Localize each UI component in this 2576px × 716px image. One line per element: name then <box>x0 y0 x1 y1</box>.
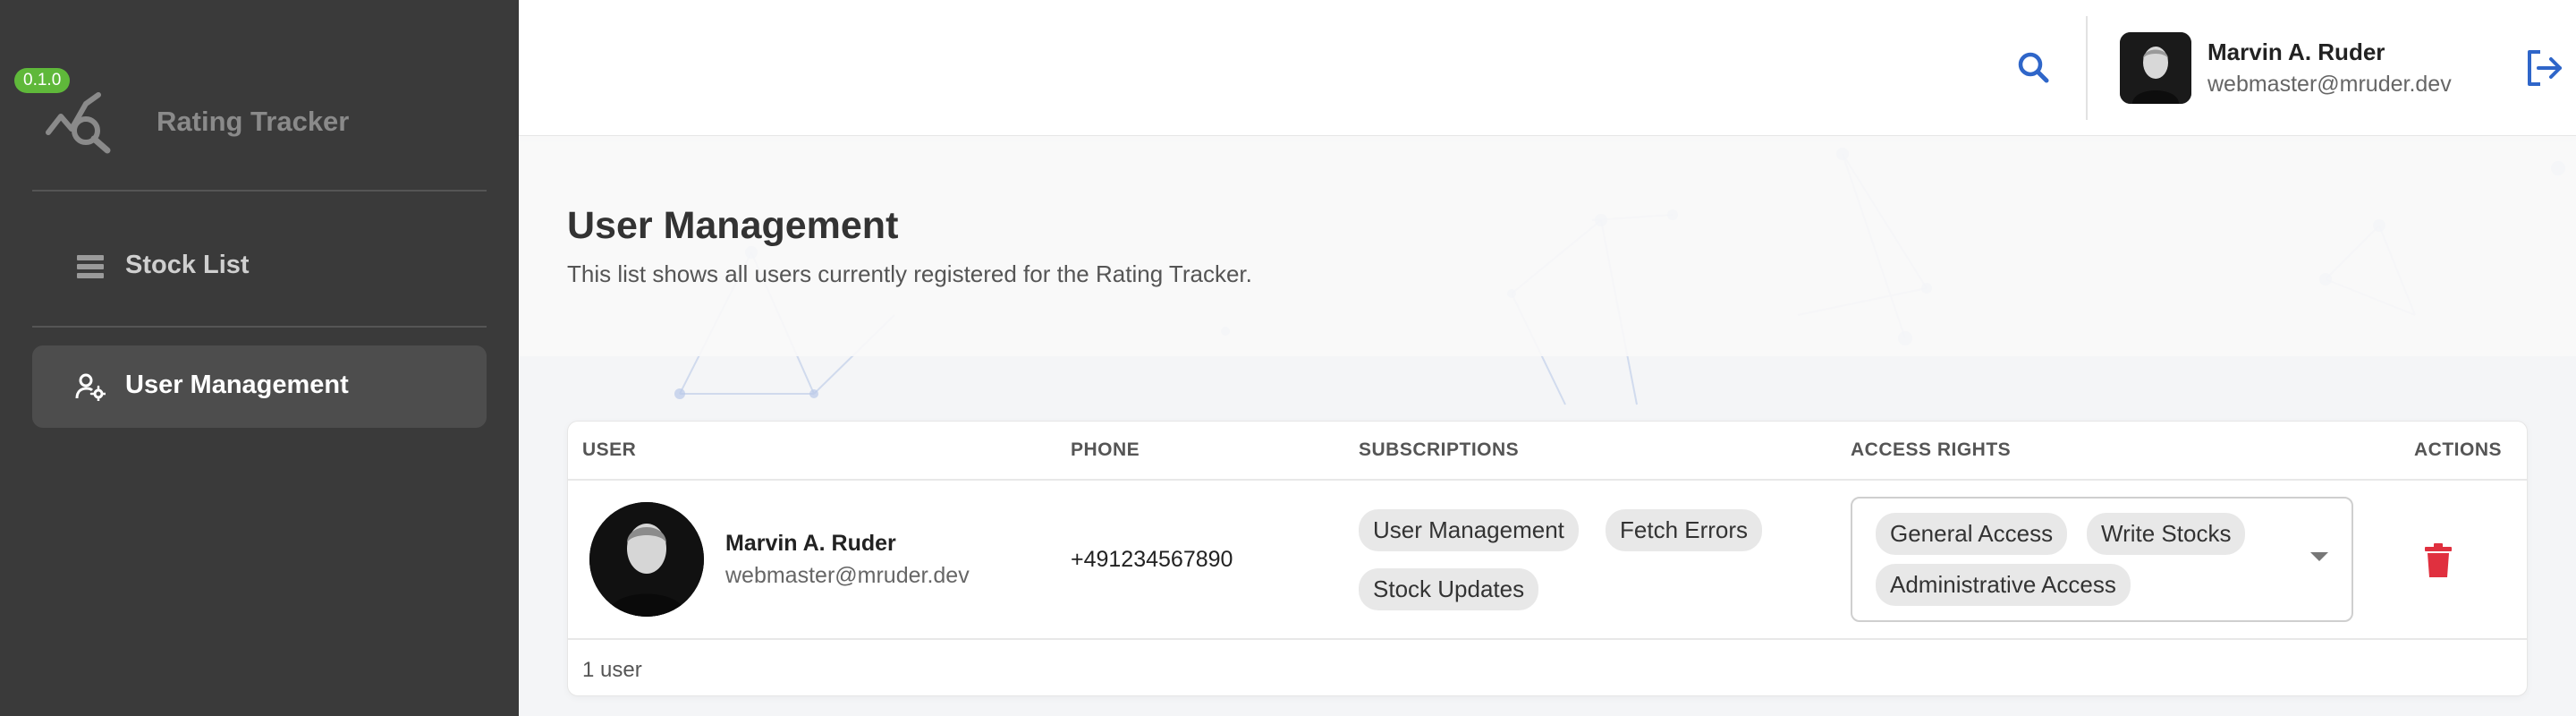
user-email: webmaster@mruder.dev <box>725 563 970 588</box>
delete-icon[interactable] <box>2423 543 2453 579</box>
sidebar-item-user-management[interactable]: User Management <box>32 345 487 428</box>
access-right-chip: Write Stocks <box>2087 513 2246 555</box>
sidebar: 0.1.0 Rating Tracker Stock List User Man… <box>0 0 519 716</box>
sidebar-item-label: Stock List <box>125 251 250 279</box>
user-name: Marvin A. Ruder <box>725 531 896 556</box>
access-right-chip: Administrative Access <box>1876 564 2131 606</box>
header-row-separator <box>568 479 2527 481</box>
users-table: USER PHONE SUBSCRIPTIONS ACCESS RIGHTS A… <box>567 421 2528 696</box>
column-header-subscriptions: SUBSCRIPTIONS <box>1359 439 1520 460</box>
avatar <box>589 502 704 617</box>
subscription-chip: Fetch Errors <box>1606 509 1763 551</box>
search-icon[interactable] <box>2012 47 2055 90</box>
column-header-access-rights: ACCESS RIGHTS <box>1851 439 2012 460</box>
logout-icon[interactable] <box>2522 47 2565 90</box>
app-name: Rating Tracker <box>157 106 350 137</box>
subscription-chip: Stock Updates <box>1359 568 1539 610</box>
sidebar-divider <box>32 326 487 328</box>
header-divider <box>2086 16 2088 120</box>
subscription-chip: User Management <box>1359 509 1579 551</box>
table-footer-count: 1 user <box>582 658 642 682</box>
page-subtitle: This list shows all users currently regi… <box>567 260 1252 287</box>
access-rights-select[interactable]: General Access Write Stocks Administrati… <box>1851 497 2353 622</box>
column-header-actions: ACTIONS <box>2414 439 2502 460</box>
avatar-image <box>2120 32 2191 104</box>
top-header: Marvin A. Ruder webmaster@mruder.dev <box>519 0 2576 136</box>
sidebar-item-label: User Management <box>125 371 349 399</box>
list-icon <box>77 255 104 278</box>
column-header-user: USER <box>582 439 637 460</box>
header-user-name: Marvin A. Ruder <box>2207 38 2385 65</box>
user-gear-icon <box>75 373 106 401</box>
sidebar-item-stock-list[interactable]: Stock List <box>32 226 487 308</box>
column-header-phone: PHONE <box>1071 439 1140 460</box>
chevron-down-icon[interactable] <box>2309 550 2330 563</box>
header-user-email: webmaster@mruder.dev <box>2207 72 2452 97</box>
footer-separator <box>568 638 2527 640</box>
page-title: User Management <box>567 204 899 247</box>
user-phone: +491234567890 <box>1071 547 1233 572</box>
avatar-image <box>589 502 704 617</box>
rating-tracker-logo-icon <box>46 92 111 154</box>
page-header: User Management This list shows all user… <box>519 136 2576 356</box>
access-right-chip: General Access <box>1876 513 2068 555</box>
avatar[interactable] <box>2120 32 2191 104</box>
sidebar-divider <box>32 190 487 192</box>
